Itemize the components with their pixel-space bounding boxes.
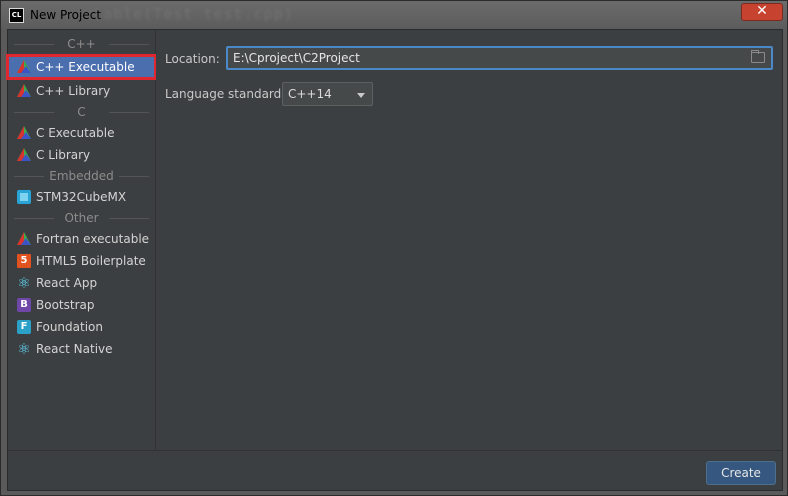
- project-type-sidebar: C++ C++ Executable C++ Library C C Execu…: [6, 30, 157, 450]
- bootstrap-icon: B: [17, 298, 31, 312]
- sidebar-item-foundation[interactable]: F Foundation: [8, 316, 155, 338]
- react-icon: ⚛: [17, 340, 31, 358]
- sidebar-item-label: React Native: [36, 342, 113, 356]
- sidebar-item-label: C++ Library: [36, 84, 111, 98]
- cmake-triangle-icon: [17, 84, 31, 98]
- create-button[interactable]: Create: [706, 461, 776, 485]
- sidebar-item-label: C++ Executable: [36, 60, 135, 74]
- group-header-cpp: C++: [8, 34, 155, 54]
- new-project-window: ...utable(Test test.cpp) CL New Project …: [0, 0, 788, 496]
- group-header-embedded: Embedded: [8, 166, 155, 186]
- sidebar-item-c-executable[interactable]: C Executable: [8, 122, 155, 144]
- sidebar-item-label: C Library: [36, 148, 91, 162]
- group-header-other: Other: [8, 208, 155, 228]
- location-value: E:\Cproject\C2Project: [233, 51, 360, 65]
- sidebar-item-label: Foundation: [36, 320, 103, 334]
- sidebar-item-label: Fortran executable: [36, 232, 150, 246]
- language-standard-select[interactable]: C++14: [282, 82, 373, 106]
- cube-icon: [17, 190, 31, 204]
- html5-icon: 5: [17, 254, 31, 268]
- sidebar-item-html5-boilerplate[interactable]: 5 HTML5 Boilerplate: [8, 250, 155, 272]
- sidebar-item-label: STM32CubeMX: [36, 190, 127, 204]
- close-icon: ✕: [756, 3, 768, 19]
- language-standard-value: C++14: [288, 87, 332, 101]
- close-button[interactable]: ✕: [741, 3, 783, 21]
- cmake-triangle-icon: [17, 148, 31, 162]
- foundation-icon: F: [17, 320, 31, 334]
- sidebar-item-cpp-library[interactable]: C++ Library: [8, 80, 155, 102]
- project-settings-panel: Location: E:\Cproject\C2Project Language…: [156, 30, 782, 450]
- sidebar-item-c-library[interactable]: C Library: [8, 144, 155, 166]
- dialog-body: C++ C++ Executable C++ Library C C Execu…: [6, 29, 783, 491]
- group-header-c: C: [8, 102, 155, 122]
- chevron-down-icon: [357, 93, 365, 98]
- react-icon: ⚛: [17, 274, 31, 292]
- sidebar-item-cpp-executable[interactable]: C++ Executable: [6, 54, 157, 80]
- sidebar-item-stm32cubemx[interactable]: STM32CubeMX: [8, 186, 155, 208]
- cmake-triangle-icon: [17, 232, 31, 246]
- sidebar-item-label: C Executable: [36, 126, 115, 140]
- sidebar-item-label: Bootstrap: [36, 298, 95, 312]
- cmake-triangle-icon: [17, 60, 31, 74]
- sidebar-item-react-app[interactable]: ⚛ React App: [8, 272, 155, 294]
- language-standard-label: Language standard:: [165, 87, 286, 101]
- location-input[interactable]: E:\Cproject\C2Project: [226, 46, 773, 70]
- cmake-triangle-icon: [17, 126, 31, 140]
- sidebar-item-bootstrap[interactable]: B Bootstrap: [8, 294, 155, 316]
- window-title: New Project: [30, 8, 102, 22]
- dialog-footer: Create: [8, 450, 782, 490]
- title-bar[interactable]: ...utable(Test test.cpp) CL New Project …: [1, 1, 787, 29]
- clion-app-icon: CL: [9, 8, 24, 23]
- sidebar-item-react-native[interactable]: ⚛ React Native: [8, 338, 155, 360]
- sidebar-item-label: React App: [36, 276, 98, 290]
- sidebar-item-fortran-executable[interactable]: Fortran executable: [8, 228, 155, 250]
- folder-browse-icon[interactable]: [751, 50, 765, 63]
- sidebar-item-label: HTML5 Boilerplate: [36, 254, 146, 268]
- location-label: Location:: [165, 52, 220, 66]
